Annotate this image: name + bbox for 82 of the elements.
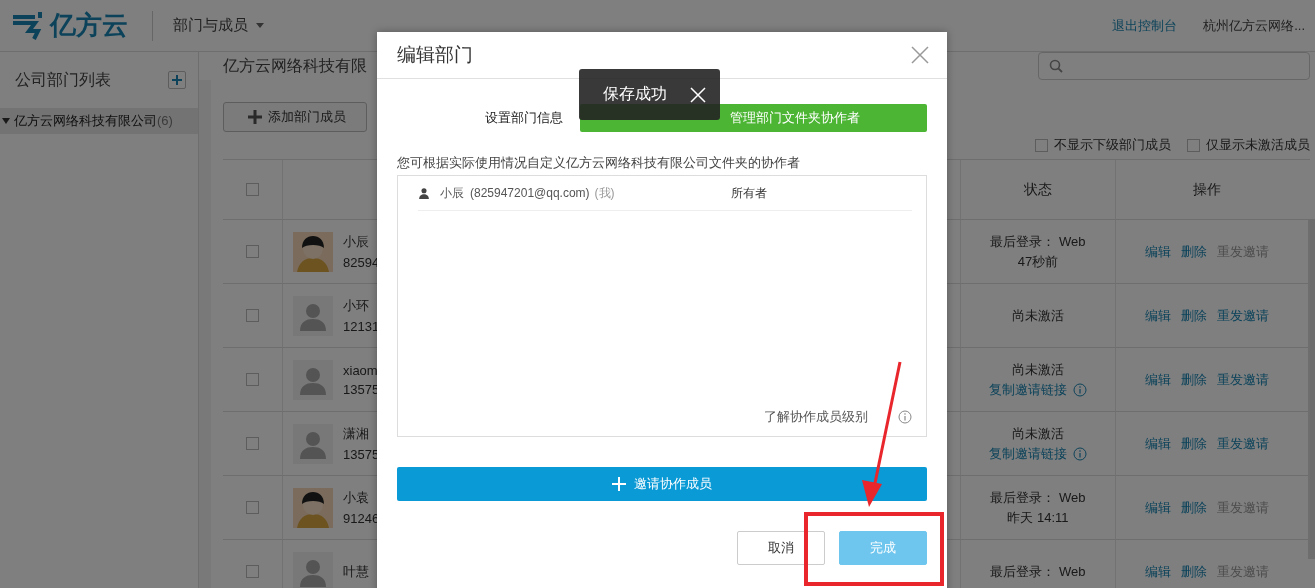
plus-icon: [248, 110, 262, 124]
checkbox[interactable]: [1187, 138, 1200, 152]
plus-icon: [612, 477, 626, 491]
collaborator-email: (825947201@qq.com): [470, 186, 590, 200]
sidebar-title: 公司部门列表: [15, 69, 111, 90]
toast-message: 保存成功: [603, 84, 667, 104]
checkbox[interactable]: [246, 501, 259, 514]
nav-menu[interactable]: 部门与成员: [173, 16, 264, 35]
dialog-title: 编辑部门: [397, 43, 473, 67]
member-name: xiaom: [343, 362, 379, 378]
checkbox[interactable]: [1035, 138, 1048, 152]
status-text: 尚未激活: [1012, 360, 1064, 379]
action-link[interactable]: 重发邀请: [1217, 370, 1269, 389]
collaborator-role: 所有者: [731, 184, 767, 202]
action-link[interactable]: 编辑: [1145, 242, 1171, 261]
filter-label: 仅显示未激活成员: [1206, 136, 1310, 154]
avatar: [293, 487, 333, 528]
action-link[interactable]: 删除: [1181, 562, 1207, 581]
status-text: 最后登录： Web: [990, 562, 1086, 581]
member-name: 潇湘: [343, 425, 370, 443]
caret-icon: [256, 23, 264, 28]
member-name: 小辰: [343, 233, 370, 251]
levels-link[interactable]: 了解协作成员级别: [764, 408, 868, 426]
action-link[interactable]: 删除: [1181, 306, 1207, 325]
member-name: 叶慧: [343, 562, 369, 581]
plus-icon: [172, 75, 182, 85]
checkbox[interactable]: [246, 565, 259, 578]
description: 您可根据实际使用情况自定义亿方云网络科技有限公司文件夹的协作者: [397, 154, 801, 172]
status-text: 昨天 14:11: [1007, 508, 1069, 527]
department-title: 亿方云网络科技有限: [223, 55, 368, 76]
checkbox[interactable]: [246, 309, 259, 322]
member-name: 小环: [343, 297, 370, 315]
expand-icon[interactable]: [2, 117, 10, 125]
exit-link[interactable]: 退出控制台: [1112, 16, 1178, 35]
status-text: 最后登录： Web: [990, 488, 1086, 507]
status-text: 尚未激活: [1012, 306, 1064, 325]
action-link[interactable]: 删除: [1181, 242, 1207, 261]
action-link[interactable]: 编辑: [1145, 562, 1171, 581]
action-link[interactable]: 删除: [1181, 370, 1207, 389]
status-text: 47秒前: [1017, 252, 1059, 271]
search-icon: [1049, 59, 1063, 73]
person-icon: [418, 187, 430, 199]
checkbox[interactable]: [246, 373, 259, 386]
action-link[interactable]: 重发邀请: [1217, 306, 1269, 325]
member-id: 12131: [343, 319, 380, 334]
invite-button[interactable]: 邀请协作成员: [397, 467, 927, 501]
copy-invite-link[interactable]: 复制邀请链接: [989, 444, 1067, 463]
close-icon[interactable]: [690, 86, 706, 103]
add-department-button[interactable]: [168, 71, 186, 89]
info-icon: [1073, 382, 1087, 397]
member-name: 小袁: [343, 489, 370, 507]
action-link[interactable]: 编辑: [1145, 370, 1171, 389]
action-link[interactable]: 重发邀请: [1217, 434, 1269, 453]
checkbox[interactable]: [246, 245, 259, 258]
cancel-button[interactable]: 取消: [737, 531, 825, 565]
search-field[interactable]: [1038, 52, 1310, 80]
avatar: [293, 231, 333, 272]
action-link[interactable]: 删除: [1181, 498, 1207, 517]
info-icon: [898, 410, 912, 424]
info-icon: [1073, 446, 1087, 461]
action-link[interactable]: 编辑: [1145, 434, 1171, 453]
checkbox[interactable]: [246, 183, 259, 196]
action-link[interactable]: 编辑: [1145, 498, 1171, 517]
add-member-button[interactable]: 添加部门成员: [223, 102, 367, 132]
tree-item[interactable]: 亿方云网络科技有限公司(6): [0, 108, 198, 134]
checkbox[interactable]: [246, 437, 259, 450]
account-menu[interactable]: 杭州亿方云网络...: [1203, 16, 1305, 35]
column-header: 操作: [1193, 180, 1221, 199]
column-header: 状态: [1024, 180, 1052, 199]
logo-icon: [10, 10, 44, 41]
step-tab[interactable]: 设置部门信息: [397, 104, 580, 132]
action-link[interactable]: 删除: [1181, 434, 1207, 453]
close-button[interactable]: [911, 46, 929, 64]
me-tag: (我): [594, 184, 615, 202]
copy-invite-link[interactable]: 复制邀请链接: [989, 380, 1067, 399]
filter-label: 不显示下级部门成员: [1054, 136, 1171, 154]
collaborator-name: 小辰: [440, 184, 464, 202]
status-text: 尚未激活: [1012, 424, 1064, 443]
action-link[interactable]: 编辑: [1145, 306, 1171, 325]
status-text: 最后登录： Web: [990, 232, 1086, 251]
logo-text: 亿方云: [50, 9, 128, 42]
done-button[interactable]: 完成: [839, 531, 927, 565]
